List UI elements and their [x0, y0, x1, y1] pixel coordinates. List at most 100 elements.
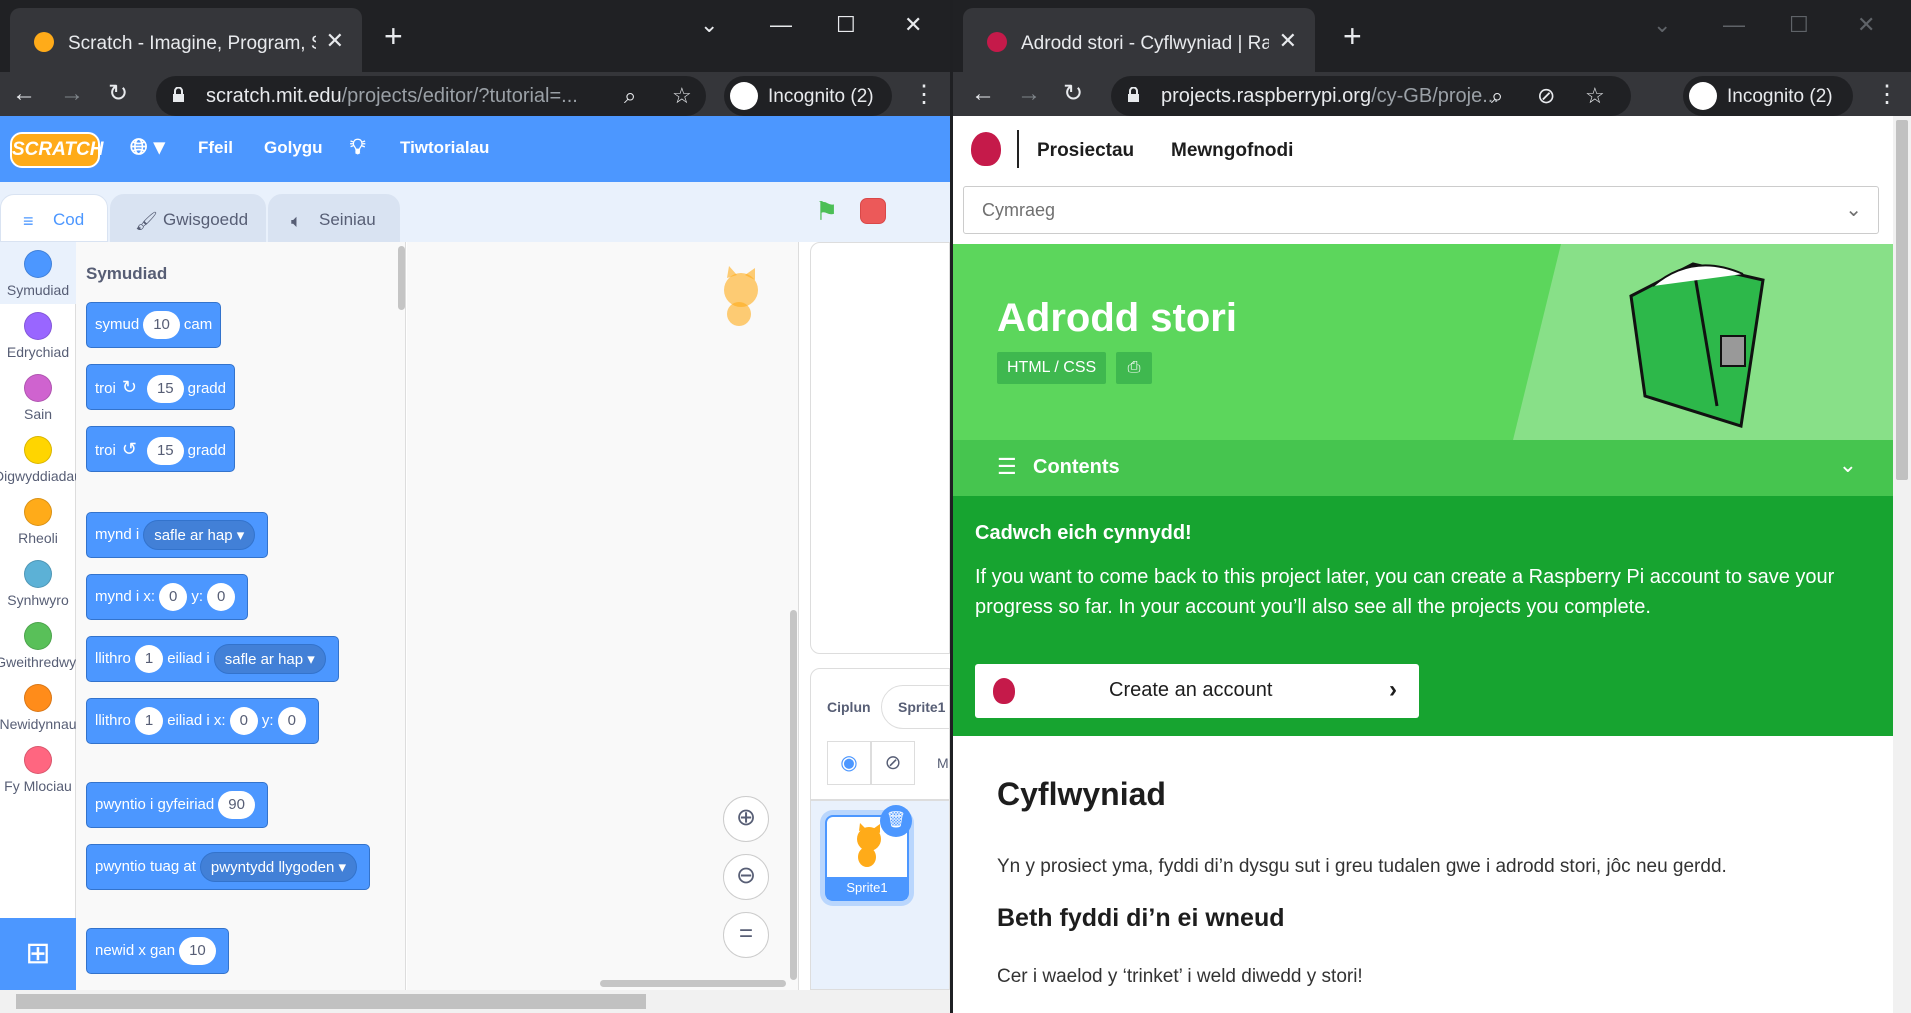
scrollbar-thumb[interactable]: [16, 994, 646, 1009]
category-sound[interactable]: Sain: [0, 366, 76, 428]
hide-sprite-icon[interactable]: ⊘: [871, 741, 915, 785]
block-input[interactable]: 1: [134, 645, 164, 674]
block-dropdown[interactable]: safle ar hap ▾: [143, 520, 256, 551]
tab-search-icon[interactable]: ⌄: [700, 12, 718, 38]
close-tab-icon[interactable]: ✕: [326, 28, 344, 54]
forward-icon[interactable]: →: [1017, 82, 1041, 106]
menu-tutorials[interactable]: Tiwtorialau: [400, 138, 489, 158]
palette-scrollbar[interactable]: [398, 246, 405, 310]
category-my-blocks[interactable]: Fy Mlociau: [0, 738, 76, 800]
block-input[interactable]: 0: [277, 707, 306, 736]
block-glide-to-xy[interactable]: llithro 1 eiliad i x: 0 y: 0: [86, 698, 319, 744]
language-globe-icon[interactable]: 🌐︎ ▾: [130, 134, 165, 160]
print-icon[interactable]: ⎙: [1116, 352, 1152, 384]
create-account-button[interactable]: Create an account ›: [975, 664, 1419, 718]
close-tab-icon[interactable]: ✕: [1279, 28, 1297, 54]
close-window-button[interactable]: ✕: [904, 12, 922, 38]
show-sprite-eye-icon[interactable]: ◉: [827, 741, 871, 785]
block-input[interactable]: 1: [134, 707, 164, 736]
speaker-icon: 🔈︎: [291, 211, 302, 231]
close-window-button[interactable]: ✕: [1857, 12, 1875, 38]
stop-icon[interactable]: [860, 198, 886, 224]
raspberry-pi-logo-icon[interactable]: [971, 132, 1001, 166]
zoom-icon[interactable]: ⌕: [624, 83, 636, 109]
topic-tag[interactable]: HTML / CSS: [997, 352, 1107, 384]
category-events[interactable]: Digwyddiadau: [0, 428, 82, 490]
reload-icon[interactable]: ↻: [1063, 82, 1083, 106]
workspace-h-scrollbar[interactable]: [600, 980, 786, 987]
block-input[interactable]: 15: [146, 437, 184, 466]
add-extension-button[interactable]: ⊞: [0, 918, 76, 990]
block-go-to[interactable]: mynd i safle ar hap ▾: [86, 512, 269, 558]
block-point-towards[interactable]: pwyntio tuag at pwyntydd llygoden ▾: [86, 844, 371, 890]
category-looks[interactable]: Edrychiad: [0, 304, 76, 366]
tracking-blocked-icon[interactable]: ⊘: [1537, 83, 1555, 109]
zoom-out-button[interactable]: ⊖: [723, 854, 769, 900]
language-select[interactable]: Cymraeg ⌄: [963, 186, 1879, 234]
stage[interactable]: [810, 242, 950, 654]
block-input[interactable]: 90: [218, 791, 255, 820]
block-dropdown[interactable]: safle ar hap ▾: [213, 644, 326, 675]
size-label: M: [937, 755, 949, 771]
browser-tab-raspberrypi[interactable]: Adrodd stori - Cyflwyniad | Raspberry Pi…: [963, 8, 1315, 72]
bookmark-star-icon[interactable]: ☆: [1585, 83, 1605, 109]
scrollbar-thumb[interactable]: [1896, 120, 1908, 480]
scratch-logo[interactable]: SCRATCH: [10, 132, 103, 168]
menu-edit[interactable]: Golygu: [264, 138, 323, 158]
block-turn-left[interactable]: troi ↺ 15 gradd: [86, 426, 235, 472]
block-change-x[interactable]: newid x gan 10: [86, 928, 229, 974]
category-variables[interactable]: Newidynnau: [0, 676, 77, 738]
tab-costumes[interactable]: 🖌︎ Gwisgoedd: [110, 194, 266, 242]
incognito-badge[interactable]: Incognito (2): [1683, 76, 1853, 116]
zoom-icon[interactable]: ⌕: [1491, 83, 1503, 109]
delete-sprite-icon[interactable]: 🗑︎: [880, 805, 912, 837]
minimize-button[interactable]: —: [770, 12, 792, 38]
page-scrollbar[interactable]: [1893, 116, 1911, 1013]
category-sensing[interactable]: Synhwyro: [0, 552, 76, 614]
green-flag-icon[interactable]: ⚑: [815, 196, 838, 227]
block-input[interactable]: 10: [179, 937, 216, 966]
category-operators[interactable]: Gweithredwyr: [0, 614, 81, 676]
minimize-button[interactable]: —: [1723, 12, 1745, 38]
new-tab-button[interactable]: +: [1343, 18, 1362, 55]
browser-tab-scratch[interactable]: Scratch - Imagine, Program, Share ✕: [10, 8, 362, 72]
browser-menu-icon[interactable]: ⋮: [912, 80, 936, 109]
nav-projects[interactable]: Prosiectau: [1037, 140, 1134, 162]
maximize-button[interactable]: ☐: [1789, 12, 1809, 38]
forward-icon[interactable]: →: [60, 82, 84, 106]
zoom-reset-button[interactable]: =: [723, 912, 769, 958]
contents-toggle[interactable]: ☰ Contents ⌄: [953, 440, 1893, 496]
address-bar[interactable]: scratch.mit.edu/projects/editor/?tutoria…: [156, 76, 706, 116]
tab-search-icon[interactable]: ⌄: [1653, 12, 1671, 38]
block-dropdown[interactable]: pwyntydd llygoden ▾: [199, 852, 358, 883]
maximize-button[interactable]: ☐: [836, 12, 856, 38]
new-tab-button[interactable]: +: [384, 18, 403, 55]
block-turn-right[interactable]: troi ↻ 15 gradd: [86, 364, 235, 410]
block-input[interactable]: 15: [146, 375, 184, 404]
block-go-to-xy[interactable]: mynd i x: 0 y: 0: [86, 574, 249, 620]
sprite-name-field[interactable]: Sprite1: [881, 685, 950, 729]
block-input[interactable]: 10: [143, 311, 180, 340]
nav-login[interactable]: Mewngofnodi: [1171, 140, 1293, 162]
reload-icon[interactable]: ↻: [108, 82, 128, 106]
category-motion[interactable]: Symudiad: [0, 242, 76, 304]
back-icon[interactable]: ←: [12, 82, 36, 106]
menu-file[interactable]: Ffeil: [198, 138, 233, 158]
address-bar[interactable]: projects.raspberrypi.org/cy-GB/proje... …: [1111, 76, 1631, 116]
browser-menu-icon[interactable]: ⋮: [1875, 80, 1899, 109]
page-h-scrollbar[interactable]: [0, 990, 950, 1013]
block-input[interactable]: 0: [207, 583, 236, 612]
category-control[interactable]: Rheoli: [0, 490, 76, 552]
block-input[interactable]: 0: [159, 583, 188, 612]
block-input[interactable]: 0: [229, 707, 258, 736]
bookmark-star-icon[interactable]: ☆: [672, 83, 692, 109]
block-move-steps[interactable]: symud 10 cam: [86, 302, 222, 348]
zoom-in-button[interactable]: ⊕: [723, 796, 769, 842]
block-point-direction[interactable]: pwyntio i gyfeiriad 90: [86, 782, 268, 828]
tab-sounds[interactable]: 🔈︎ Seiniau: [268, 194, 400, 242]
workspace-v-scrollbar[interactable]: [790, 610, 797, 980]
tab-code[interactable]: ≡ Cod: [0, 194, 108, 242]
incognito-badge[interactable]: Incognito (2): [724, 76, 892, 116]
back-icon[interactable]: ←: [971, 82, 995, 106]
block-glide-to[interactable]: llithro 1 eiliad i safle ar hap ▾: [86, 636, 339, 682]
